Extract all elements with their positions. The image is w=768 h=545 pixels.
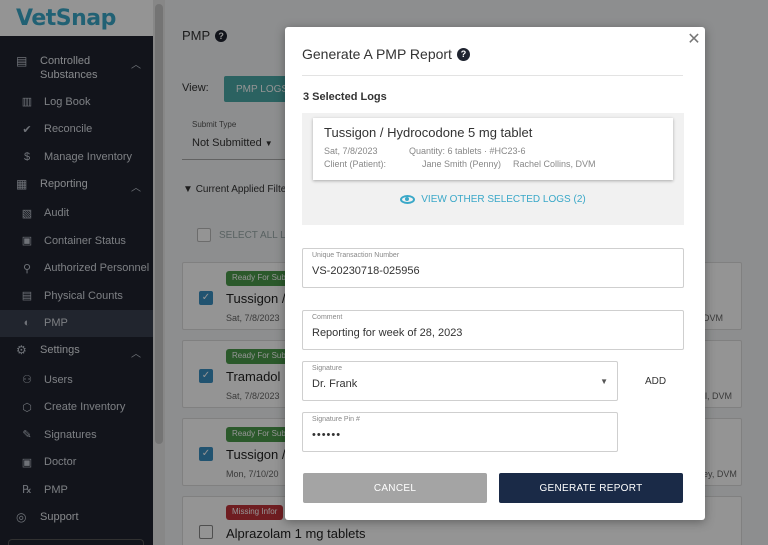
signature-select[interactable]: Signature Dr. Frank ▼ — [302, 361, 618, 401]
eye-icon — [400, 195, 416, 204]
field-caption: Unique Transaction Number — [312, 252, 400, 259]
close-icon[interactable]: ✕ — [685, 31, 703, 49]
selected-logs-panel: Tussigon / Hydrocodone 5 mg tablet Sat, … — [302, 113, 684, 225]
generate-report-modal: Generate A PMP Report ? ✕ 3 Selected Log… — [285, 27, 705, 520]
field-value: VS-20230718-025956 — [312, 265, 420, 277]
log-quantity: Quantity: 6 tablets · #HC23-6 — [409, 146, 526, 156]
field-value: •••••• — [312, 429, 342, 441]
transaction-number-field[interactable]: Unique Transaction Number VS-20230718-02… — [302, 248, 684, 288]
doctor-name: Rachel Collins, DVM — [513, 159, 596, 169]
field-value: Reporting for week of 28, 2023 — [312, 327, 463, 339]
view-other-label: VIEW OTHER SELECTED LOGS (2) — [421, 194, 586, 205]
add-signature-button[interactable]: ADD — [645, 376, 666, 387]
field-caption: Signature Pin # — [312, 416, 360, 423]
cancel-button[interactable]: CANCEL — [303, 473, 487, 503]
divider — [302, 75, 683, 76]
client-name: Jane Smith (Penny) — [422, 159, 502, 169]
selected-logs-title: 3 Selected Logs — [303, 91, 387, 103]
help-icon[interactable]: ? — [456, 47, 470, 61]
log-date: Sat, 7/8/2023 — [324, 146, 378, 156]
generate-report-button[interactable]: GENERATE REPORT — [499, 473, 683, 503]
field-value: Dr. Frank — [312, 378, 358, 390]
selected-log-card: Tussigon / Hydrocodone 5 mg tablet Sat, … — [313, 118, 673, 180]
comment-field[interactable]: Comment Reporting for week of 28, 2023 — [302, 310, 684, 350]
field-caption: Signature — [312, 365, 342, 372]
client-label: Client (Patient): — [324, 159, 387, 169]
modal-title-text: Generate A PMP Report — [302, 46, 452, 62]
log-name: Tussigon / Hydrocodone 5 mg tablet — [324, 125, 533, 140]
field-caption: Comment — [312, 314, 343, 321]
view-other-logs-link[interactable]: VIEW OTHER SELECTED LOGS (2) — [302, 194, 684, 205]
caret-down-icon: ▼ — [600, 377, 608, 386]
signature-pin-field[interactable]: Signature Pin # •••••• — [302, 412, 618, 452]
modal-title: Generate A PMP Report ? — [302, 46, 470, 62]
